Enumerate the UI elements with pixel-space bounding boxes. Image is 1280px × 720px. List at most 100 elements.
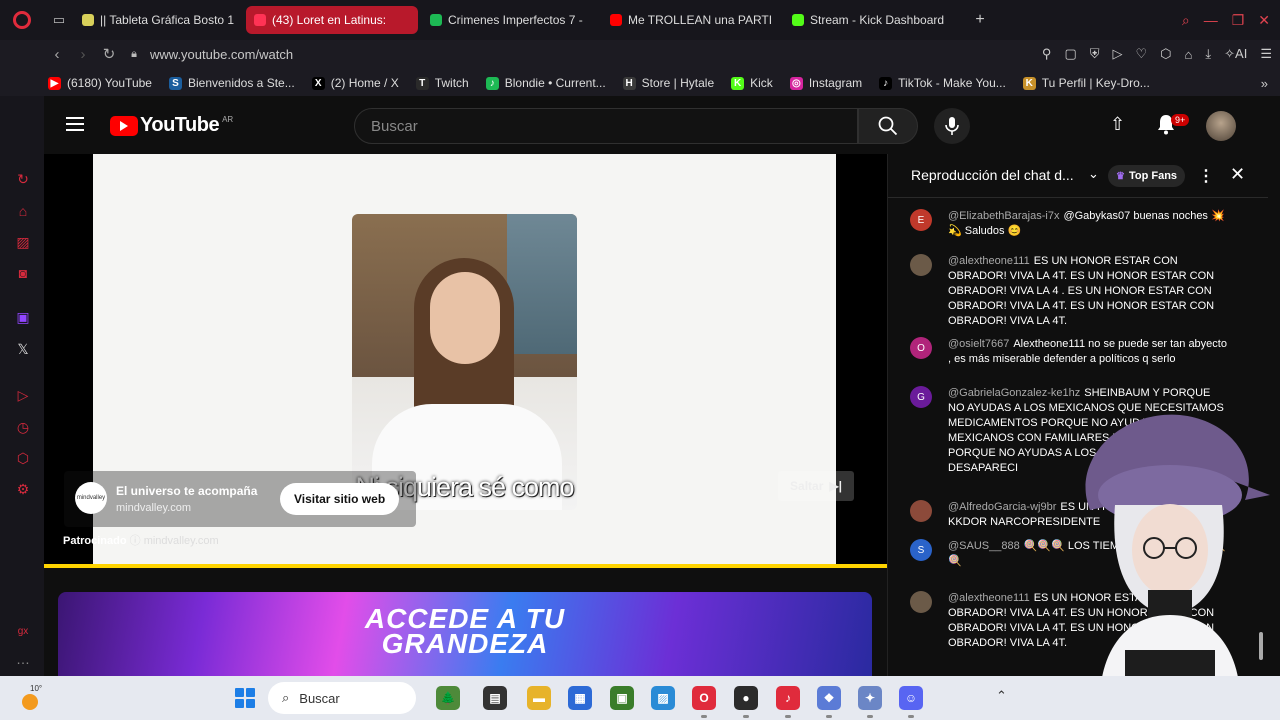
browser-tab[interactable]: || Tableta Gráfica Bosto 12 [74,6,242,34]
chat-avatar[interactable] [910,254,932,276]
upload-icon[interactable]: ⇧ [1110,114,1125,135]
bookmark-item[interactable]: ▶ (6180) YouTube [48,76,152,90]
bookmark-item[interactable]: T Twitch [415,76,469,90]
chat-author[interactable]: @alextheone111 [948,592,1030,604]
gx-icon[interactable]: gx [14,622,32,640]
browser-tab[interactable]: Me TROLLEAN una PARTI [602,6,780,34]
lock-icon[interactable]: 🔒︎ [122,48,146,61]
chat-avatar[interactable] [910,591,932,613]
shield-icon[interactable]: ⛨ [1090,46,1100,62]
chat-avatar[interactable]: O [910,337,932,359]
minecraft-app-icon[interactable]: ▣ [610,686,634,710]
chat-author[interactable]: @AlfredoGarcia-wj9br [948,501,1056,513]
easy-setup-icon[interactable]: ☰ [1260,46,1272,62]
notepad-app-icon[interactable]: ▤ [483,686,507,710]
chat-title[interactable]: Reproducción del chat d... [911,167,1074,183]
browser-tab[interactable]: Stream - Kick Dashboard [784,6,958,34]
chat-author[interactable]: @ElizabethBarajas-i7x [948,210,1059,222]
more-sidebar-icon[interactable]: … [14,650,32,668]
youtube-logo[interactable]: YouTube AR [110,114,233,137]
settings-icon[interactable]: ⚙ [14,480,32,498]
ad-card[interactable]: mindvalley El universo te acompaña mindv… [64,471,416,527]
more-options-icon[interactable]: ⋮ [1198,166,1214,186]
tab-search-icon[interactable]: ⌕ [1182,12,1190,29]
bookmark-item[interactable]: S Bienvenidos a Ste... [168,76,295,90]
video-player[interactable]: Ni siquiera sé como mindvalley El univer… [44,154,887,568]
bookmark-item[interactable]: H Store | Hytale [622,76,714,90]
player-icon[interactable]: ▷ [14,386,32,404]
chat-author[interactable]: @SAUS__888 [948,540,1020,552]
chat-scrollbar[interactable] [1257,200,1265,670]
store-app-icon[interactable]: ▦ [568,686,592,710]
bookmark-item[interactable]: K Kick [731,76,773,90]
back-icon[interactable]: ‹ [44,46,70,63]
tray-chevron-icon[interactable]: ⌃ [996,688,1007,704]
chevron-down-icon[interactable]: ⌄ [1088,166,1099,182]
refresh-sidebar-icon[interactable]: ↻ [14,170,32,188]
close-chat-icon[interactable]: ✕ [1230,164,1245,185]
heart-icon[interactable]: ♡ [1136,46,1148,62]
chat-author[interactable]: @osielt7667 [948,338,1009,350]
snapshot-icon[interactable]: ▢ [1064,46,1076,62]
tab-islands-icon[interactable]: ▭ [44,0,74,40]
bookmark-item[interactable]: X (2) Home / X [311,76,399,90]
ad-progress-bar[interactable] [44,564,887,568]
chat-avatar[interactable]: G [910,386,932,408]
chat-author[interactable]: @alextheone111 [948,255,1030,267]
taskbar-search[interactable]: ⌕ Buscar [268,682,416,714]
discord-app-icon[interactable]: ☺ [899,686,923,710]
promo-banner[interactable]: ACCEDE A TU GRANDEZA [58,592,872,676]
chat-avatar[interactable]: S [910,539,932,561]
vtube-app-icon[interactable]: ❖ [817,686,841,710]
download-icon[interactable]: ⤓ [1205,46,1211,62]
messenger-icon[interactable]: ◙ [14,264,32,282]
opera-app-icon[interactable]: O [692,686,716,710]
x-icon[interactable]: 𝕏 [14,340,32,358]
shopping-icon[interactable]: ⌂ [14,202,32,220]
bookmarks-overflow-icon[interactable]: » [1261,70,1268,96]
close-window-icon[interactable]: ✕ [1258,12,1270,29]
tiktok-app-icon[interactable]: ♪ [776,686,800,710]
visit-site-button[interactable]: Visitar sitio web [280,483,400,515]
search-button[interactable] [858,108,918,144]
photos-app-icon[interactable]: ▨ [651,686,675,710]
top-fans-badge[interactable]: ♛ Top Fans [1108,165,1186,187]
opera-menu-button[interactable] [0,0,44,40]
gallery-icon[interactable]: ▨ [14,233,32,251]
start-button[interactable] [235,688,255,708]
extensions-icon[interactable]: ⬡ [1160,46,1171,62]
bookmark-item[interactable]: ◎ Instagram [789,76,862,90]
microphone-button[interactable] [934,108,970,144]
landscape-app-icon[interactable]: 🌲 [436,686,460,710]
browser-tab[interactable]: (43) Loret en Latinus: [246,6,418,34]
skip-ad-button[interactable]: Saltar ▶| [778,471,854,501]
menu-icon[interactable] [66,117,84,131]
search-input[interactable]: Buscar [354,108,858,144]
file-explorer-app-icon[interactable]: ▬ [527,686,551,710]
avatar[interactable] [1206,111,1236,141]
chat-author[interactable]: @GabrielaGonzalez-ke1hz [948,387,1080,399]
extensions-sidebar-icon[interactable]: ⬡ [14,449,32,467]
forward-icon[interactable]: › [70,46,96,63]
bookmark-item[interactable]: ♪ TikTok - Make You... [879,76,1006,90]
bookmark-item[interactable]: K Tu Perfil | Key-Dro... [1022,76,1150,90]
chat-avatar[interactable] [910,500,932,522]
history-icon[interactable]: ◷ [14,418,32,436]
weather-widget[interactable]: 10° [18,684,46,712]
minimize-icon[interactable]: — [1204,12,1218,28]
account-icon[interactable]: ⌂ [1185,47,1193,62]
bookmark-item[interactable]: ♪ Blondie • Current... [485,76,606,90]
browser-tab[interactable]: Crimenes Imperfectos 7 - [422,6,598,34]
info-icon[interactable]: ⓘ [130,535,144,547]
play-icon[interactable]: ▷ [1113,46,1123,62]
obs-app-icon[interactable]: ● [734,686,758,710]
url-field[interactable]: www.youtube.com/watch [150,47,293,62]
aria-ai-button[interactable]: ✧AI [1224,46,1247,62]
reload-icon[interactable]: ↻ [96,45,122,63]
new-tab-button[interactable]: + [968,8,992,32]
settings-app-icon[interactable]: ✦ [858,686,882,710]
chat-avatar[interactable]: E [910,209,932,231]
maximize-icon[interactable]: ❐ [1232,12,1245,29]
twitch-icon[interactable]: ▣ [14,308,32,326]
pin-icon[interactable]: ⚲ [1042,46,1052,62]
